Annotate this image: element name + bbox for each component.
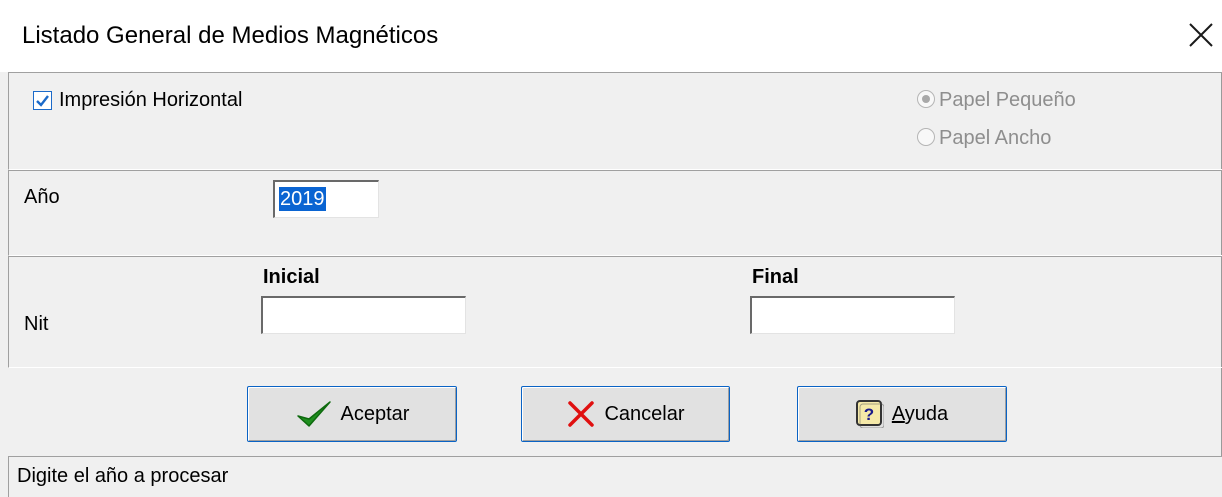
year-value-selected: 2019 <box>279 187 326 211</box>
nit-initial-input[interactable] <box>261 296 466 334</box>
help-label-rest: yuda <box>904 402 949 425</box>
dialog-window: Listado General de Medios Magnéticos Imp… <box>0 0 1222 497</box>
nit-final-input[interactable] <box>750 296 955 334</box>
paper-wide-label: Papel Ancho <box>939 127 1052 149</box>
nit-label: Nit <box>24 313 49 335</box>
paper-small-label: Papel Pequeño <box>939 89 1076 111</box>
cancel-button-label: Cancelar <box>604 402 685 425</box>
x-icon <box>568 401 595 427</box>
year-panel <box>8 170 1222 256</box>
help-mnemonic: A <box>891 402 905 425</box>
close-icon[interactable] <box>1188 22 1214 48</box>
cancel-button[interactable]: Cancelar <box>521 386 730 442</box>
paper-small-radio[interactable] <box>917 90 935 108</box>
checkmark-icon <box>296 401 331 427</box>
accept-button[interactable]: Aceptar <box>247 386 457 442</box>
nit-final-label: Final <box>752 266 799 288</box>
help-icon: ? <box>855 400 884 428</box>
horizontal-print-checkbox[interactable] <box>33 91 52 110</box>
nit-initial-label: Inicial <box>263 266 320 288</box>
help-button[interactable]: ? Ayuda <box>797 386 1007 442</box>
svg-text:?: ? <box>864 405 874 424</box>
status-message: Digite el año a procesar <box>17 465 229 487</box>
help-button-label: Ayuda <box>892 403 948 426</box>
horizontal-print-label: Impresión Horizontal <box>59 89 243 111</box>
paper-wide-radio[interactable] <box>917 128 935 146</box>
nit-panel <box>8 256 1222 368</box>
accept-button-label: Aceptar <box>340 402 410 425</box>
status-bar: Digite el año a procesar <box>8 456 1222 497</box>
title-bar[interactable]: Listado General de Medios Magnéticos <box>0 0 1222 72</box>
radio-dot-icon <box>922 95 930 103</box>
window-title: Listado General de Medios Magnéticos <box>22 22 439 49</box>
options-panel <box>8 72 1222 170</box>
year-label: Año <box>24 186 60 208</box>
check-icon <box>36 95 49 107</box>
